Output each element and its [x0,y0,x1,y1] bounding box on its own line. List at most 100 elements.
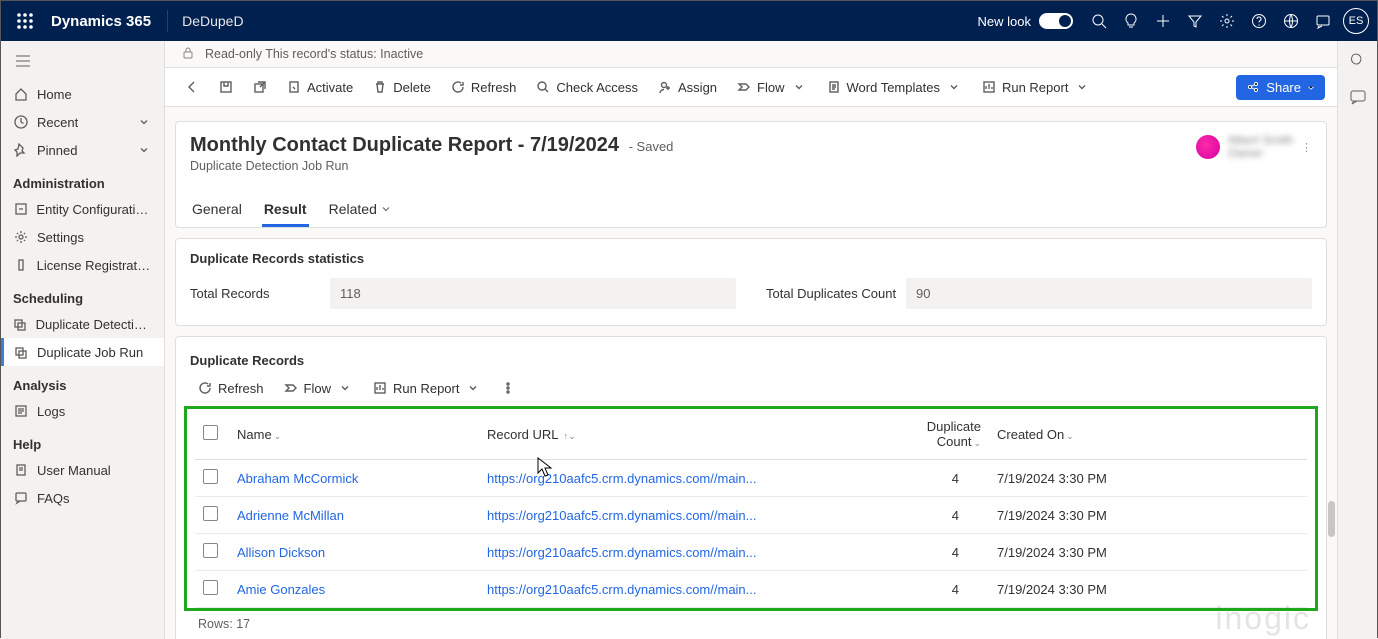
check-access-button[interactable]: Check Access [528,76,646,99]
faq-icon [13,490,29,506]
table-row[interactable]: Amie Gonzales https://org210aafc5.crm.dyn… [195,571,1307,608]
owner-role: Owner [1228,147,1293,160]
grid-more-button[interactable] [493,377,523,399]
activate-button[interactable]: Activate [279,76,361,99]
copilot-icon[interactable] [1349,51,1367,72]
col-created[interactable]: Created On⌄ [989,409,1307,460]
config-icon [13,201,28,217]
nav-recent[interactable]: Recent [1,108,164,136]
refresh-button[interactable]: Refresh [443,76,525,99]
record-url-link[interactable]: https://org210aafc5.crm.dynamics.com//ma… [487,545,757,560]
license-icon [13,257,29,273]
row-checkbox[interactable] [203,543,218,558]
logs-icon [13,403,29,419]
grid-run-report-button[interactable]: Run Report [365,376,489,400]
chevron-down-icon [791,79,807,95]
record-url-link[interactable]: https://org210aafc5.crm.dynamics.com//ma… [487,508,757,523]
lightbulb-icon[interactable] [1115,1,1147,41]
delete-button[interactable]: Delete [365,76,439,99]
open-new-button[interactable] [245,76,275,98]
nav-header-help: Help [1,425,164,456]
nav-user-manual[interactable]: User Manual [1,456,164,484]
detection-icon [13,316,28,332]
flow-button[interactable]: Flow [729,75,814,99]
chat-icon[interactable] [1349,88,1367,109]
nav-header-administration: Administration [1,164,164,195]
word-templates-button[interactable]: Word Templates [819,75,970,99]
record-name-link[interactable]: Abraham McCormick [237,471,358,486]
nav-dup-job-run[interactable]: Duplicate Job Run [1,338,164,366]
nav-entity-config[interactable]: Entity Configurations [1,195,164,223]
table-row[interactable]: Allison Dickson https://org210aafc5.crm.d… [195,534,1307,571]
run-report-button[interactable]: Run Report [974,75,1098,99]
created-on: 7/19/2024 3:30 PM [989,460,1307,497]
nav-faqs[interactable]: FAQs [1,484,164,512]
scrollbar-thumb[interactable] [1328,501,1335,537]
record-url-link[interactable]: https://org210aafc5.crm.dynamics.com//ma… [487,582,757,597]
grid-flow-button[interactable]: Flow [276,376,361,400]
col-count[interactable]: Duplicate Count⌄ [879,409,989,460]
settings-icon[interactable] [1211,1,1243,41]
assign-button[interactable]: Assign [650,76,725,99]
globe-icon[interactable] [1275,1,1307,41]
app-launcher-icon[interactable] [9,1,41,41]
created-on: 7/19/2024 3:30 PM [989,497,1307,534]
readonly-text: Read-only This record's status: Inactive [205,47,423,61]
nav-pinned[interactable]: Pinned [1,136,164,164]
brand-title[interactable]: Dynamics 365 [41,13,161,30]
app-name[interactable]: DeDupeD [174,13,251,29]
nav-header-analysis: Analysis [1,366,164,397]
nav-license[interactable]: License Registration [1,251,164,279]
filter-icon[interactable] [1179,1,1211,41]
total-records-value: 118 [330,278,736,309]
form-tabs: General Result Related [190,193,1312,227]
record-name-link[interactable]: Adrienne McMillan [237,508,344,523]
duplicate-count: 4 [879,534,989,571]
messages-icon[interactable] [1307,1,1339,41]
nav-settings[interactable]: Settings [1,223,164,251]
row-checkbox[interactable] [203,580,218,595]
toggle-switch-icon[interactable] [1039,13,1073,29]
duplicate-count: 4 [879,571,989,608]
owner-field[interactable]: Albert Smith Owner ⋮ [1196,134,1312,160]
chevron-down-icon [1307,80,1315,95]
chevron-down-icon [381,201,391,217]
row-checkbox[interactable] [203,506,218,521]
col-name[interactable]: Name⌄ [229,409,479,460]
total-duplicates-value: 90 [906,278,1312,309]
table-row[interactable]: Adrienne McMillan https://org210aafc5.crm… [195,497,1307,534]
owner-avatar-icon [1196,135,1220,159]
save-icon-button[interactable] [211,76,241,98]
tab-related[interactable]: Related [327,193,393,227]
total-records-label: Total Records [190,286,330,301]
record-name-link[interactable]: Allison Dickson [237,545,325,560]
help-icon[interactable] [1243,1,1275,41]
chevron-down-icon [946,79,962,95]
col-url[interactable]: Record URL ↑⌄ [479,409,879,460]
new-look-toggle[interactable]: New look [978,13,1073,29]
row-checkbox[interactable] [203,469,218,484]
select-all-checkbox[interactable] [203,425,218,440]
back-button[interactable] [177,76,207,98]
nav-dup-detection[interactable]: Duplicate Detection ... [1,310,164,338]
record-name-link[interactable]: Amie Gonzales [237,582,325,597]
record-url-link[interactable]: https://org210aafc5.crm.dynamics.com//ma… [487,471,757,486]
user-avatar[interactable]: ES [1343,8,1369,34]
grid-refresh-button[interactable]: Refresh [190,377,272,400]
home-icon [13,86,29,102]
share-button[interactable]: Share [1236,75,1325,100]
site-nav: Home Recent Pinned Administration Entity… [1,41,165,639]
nav-logs[interactable]: Logs [1,397,164,425]
duplicate-records-grid: Name⌄ Record URL ↑⌄ Duplicate Count⌄ Cre… [195,409,1307,608]
table-row[interactable]: Abraham McCormick https://org210aafc5.crm… [195,460,1307,497]
chevron-down-icon[interactable]: ⋮ [1301,141,1312,154]
tab-general[interactable]: General [190,193,244,227]
add-icon[interactable] [1147,1,1179,41]
chevron-down-icon [136,114,152,130]
tab-result[interactable]: Result [262,193,309,227]
search-icon[interactable] [1083,1,1115,41]
chevron-down-icon [337,380,353,396]
total-duplicates-label: Total Duplicates Count [766,286,906,301]
nav-collapse-icon[interactable] [1,51,164,80]
nav-home[interactable]: Home [1,80,164,108]
